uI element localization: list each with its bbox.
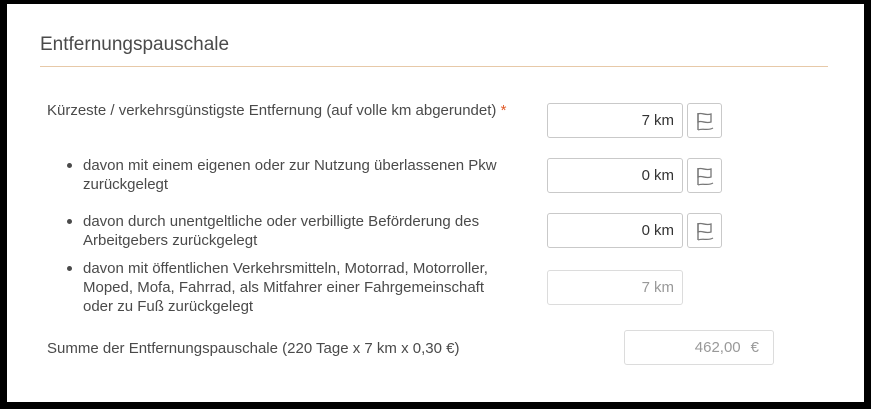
- pkw-unit: km: [654, 167, 674, 184]
- employer-value: 0: [641, 222, 650, 239]
- public-transport-value: 7: [641, 279, 650, 296]
- employer-label: davon durch unentgeltliche oder verbilli…: [63, 212, 533, 250]
- required-marker: *: [500, 102, 507, 119]
- bullet-icon: [67, 163, 72, 168]
- pkw-input[interactable]: 0 km: [547, 158, 683, 193]
- public-transport-unit: km: [654, 279, 674, 296]
- summary-value: 462,00: [694, 339, 741, 356]
- employer-flag-button[interactable]: [687, 213, 722, 248]
- distance-unit: km: [654, 112, 674, 129]
- public-transport-value-field: 7 km: [547, 270, 683, 305]
- distance-flag-button[interactable]: [687, 103, 722, 138]
- employer-input[interactable]: 0 km: [547, 213, 683, 248]
- bullet-icon: [67, 219, 72, 224]
- section-title: Entfernungspauschale: [40, 34, 230, 55]
- distance-label-text: Kürzeste / verkehrsgünstigste Entfernung…: [47, 102, 497, 119]
- pkw-label: davon mit einem eigenen oder zur Nutzung…: [63, 156, 533, 194]
- form-panel: Entfernungspauschale Kürzeste / verkehrs…: [7, 4, 864, 402]
- summary-value-field: 462,00 €: [624, 330, 774, 365]
- public-transport-label: davon mit öffentlichen Verkehrsmitteln, …: [63, 259, 513, 316]
- pkw-flag-button[interactable]: [687, 158, 722, 193]
- currency-symbol: €: [750, 339, 759, 356]
- distance-value: 7: [641, 112, 650, 129]
- distance-label: Kürzeste / verkehrsgünstigste Entfernung…: [47, 101, 507, 120]
- summary-label: Summe der Entfernungspauschale (220 Tage…: [47, 340, 460, 357]
- bullet-icon: [67, 266, 72, 271]
- public-transport-label-text: davon mit öffentlichen Verkehrsmitteln, …: [83, 260, 488, 315]
- employer-unit: km: [654, 222, 674, 239]
- flag-icon: [696, 167, 713, 186]
- flag-icon: [696, 112, 713, 131]
- flag-icon: [696, 222, 713, 241]
- distance-input[interactable]: 7 km: [547, 103, 683, 138]
- pkw-label-text: davon mit einem eigenen oder zur Nutzung…: [83, 157, 497, 193]
- section-divider: [40, 66, 828, 67]
- pkw-value: 0: [641, 167, 650, 184]
- employer-label-text: davon durch unentgeltliche oder verbilli…: [83, 213, 480, 249]
